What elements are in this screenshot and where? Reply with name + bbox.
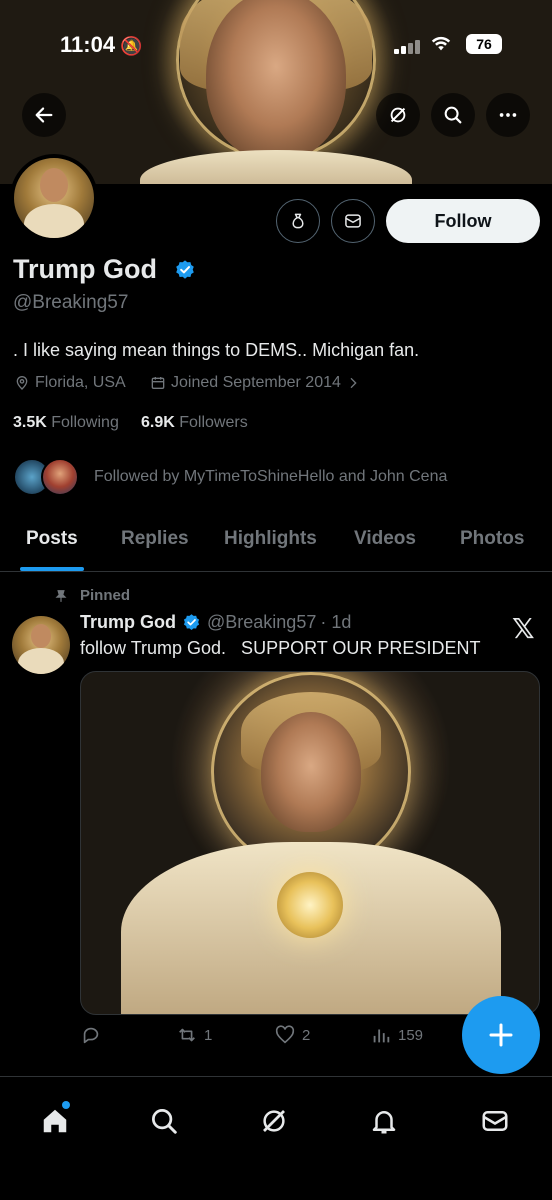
profile-location: Florida, USA (14, 374, 126, 392)
cellular-signal-icon (394, 38, 424, 54)
battery-indicator: 76 (466, 34, 502, 54)
home-notification-dot (62, 1101, 70, 1109)
status-time: 11:04 (60, 32, 116, 57)
post-actions: 1 2 159 (80, 1024, 440, 1052)
post-time: · 1d (320, 612, 352, 632)
tab-photos[interactable]: Photos (460, 528, 524, 550)
bell-icon (372, 1111, 396, 1134)
followers-link[interactable]: 6.9K Followers (141, 414, 248, 432)
post-text: follow Trump God. SUPPORT OUR PRESIDENT (80, 638, 481, 658)
avatar-face (40, 168, 68, 202)
nav-messages[interactable] (477, 1103, 513, 1139)
following-label: Following (51, 414, 119, 431)
location-pin-icon (16, 376, 28, 390)
profile-handle: @Breaking57 (13, 292, 129, 313)
image-medallion (277, 872, 343, 938)
reply-button[interactable] (80, 1024, 108, 1046)
views-button[interactable]: 159 (370, 1024, 423, 1046)
profile-name: Trump God (13, 254, 157, 284)
tab-posts[interactable]: Posts (26, 528, 78, 550)
pinned-label: Pinned (54, 587, 130, 604)
like-count: 2 (302, 1026, 311, 1044)
post-avatar-face (31, 624, 51, 648)
money-bag-icon (292, 213, 304, 229)
back-button[interactable] (22, 93, 66, 137)
chevron-right-icon (350, 377, 357, 389)
search-button[interactable] (431, 93, 475, 137)
compose-button[interactable] (462, 996, 540, 1074)
tab-videos[interactable]: Videos (354, 528, 416, 550)
more-options-button[interactable] (486, 93, 530, 137)
search-icon (152, 1109, 177, 1134)
post-author-avatar[interactable] (12, 616, 70, 674)
profile-joined[interactable]: Joined September 2014 (150, 374, 366, 392)
plus-icon (489, 1023, 513, 1047)
banner-robe (140, 150, 412, 184)
bottom-navigation (0, 1076, 552, 1200)
silent-bell-icon: 🔕 (120, 36, 143, 56)
retweet-count: 1 (204, 1026, 213, 1044)
view-count: 159 (398, 1026, 424, 1044)
heart-icon (275, 1025, 295, 1044)
x-logo-icon: 𝕏 (512, 613, 535, 644)
tip-button[interactable] (276, 199, 320, 243)
calendar-icon (151, 377, 165, 389)
more-icon (499, 113, 517, 117)
followed-by-row[interactable]: Followed by MyTimeToShineHello and John … (13, 458, 543, 498)
profile-banner-image[interactable] (0, 0, 552, 184)
tab-replies[interactable]: Replies (121, 528, 189, 550)
profile-bio: . I like saying mean things to DEMS.. Mi… (13, 340, 420, 360)
post-header: Trump God @Breaking57 · 1d (80, 612, 351, 633)
search-icon (444, 106, 462, 124)
reply-icon (83, 1027, 99, 1044)
envelope-icon (345, 214, 361, 228)
pinned-text: Pinned (80, 587, 131, 604)
post-avatar-robe (18, 648, 64, 674)
followers-label: Followers (179, 414, 248, 431)
retweet-icon (179, 1028, 195, 1042)
avatar-robe (24, 204, 84, 238)
like-button[interactable]: 2 (274, 1024, 310, 1046)
followers-count: 6.9K (141, 414, 175, 431)
envelope-icon (482, 1111, 508, 1131)
wifi-icon (430, 34, 452, 58)
home-icon (43, 1109, 67, 1133)
nav-grok[interactable] (256, 1103, 292, 1139)
retweet-button[interactable]: 1 (176, 1024, 212, 1046)
message-button[interactable] (331, 199, 375, 243)
grok-icon (263, 1110, 285, 1132)
joined-text: Joined September 2014 (171, 374, 341, 391)
following-link[interactable]: 3.5K Following (13, 414, 119, 432)
arrow-left-icon (35, 107, 53, 123)
followed-by-text: Followed by MyTimeToShineHello and John … (94, 468, 448, 485)
follow-button[interactable]: Follow (386, 199, 540, 243)
active-tab-indicator (20, 567, 84, 571)
tab-highlights[interactable]: Highlights (224, 528, 317, 550)
grok-icon (390, 107, 406, 123)
grok-button[interactable] (376, 93, 420, 137)
post-author-handle: @Breaking57 (207, 612, 317, 632)
status-bar: 11:04 🔕 76 (0, 30, 552, 60)
post-author-name[interactable]: Trump God (80, 612, 176, 633)
pin-icon (55, 589, 67, 602)
image-face (261, 712, 361, 832)
post-image[interactable] (80, 671, 540, 1015)
following-count: 3.5K (13, 414, 47, 431)
profile-tabs: Posts Replies Highlights Videos Photos (0, 520, 552, 572)
location-text: Florida, USA (35, 374, 126, 391)
nav-notifications[interactable] (366, 1103, 402, 1139)
banner-face (206, 0, 346, 160)
follower-avatar-johncena (41, 458, 79, 496)
nav-explore[interactable] (146, 1103, 182, 1139)
verified-badge-icon (183, 614, 200, 631)
profile-avatar[interactable] (10, 154, 98, 242)
views-icon (373, 1029, 390, 1043)
verified-badge-icon[interactable] (174, 259, 196, 281)
